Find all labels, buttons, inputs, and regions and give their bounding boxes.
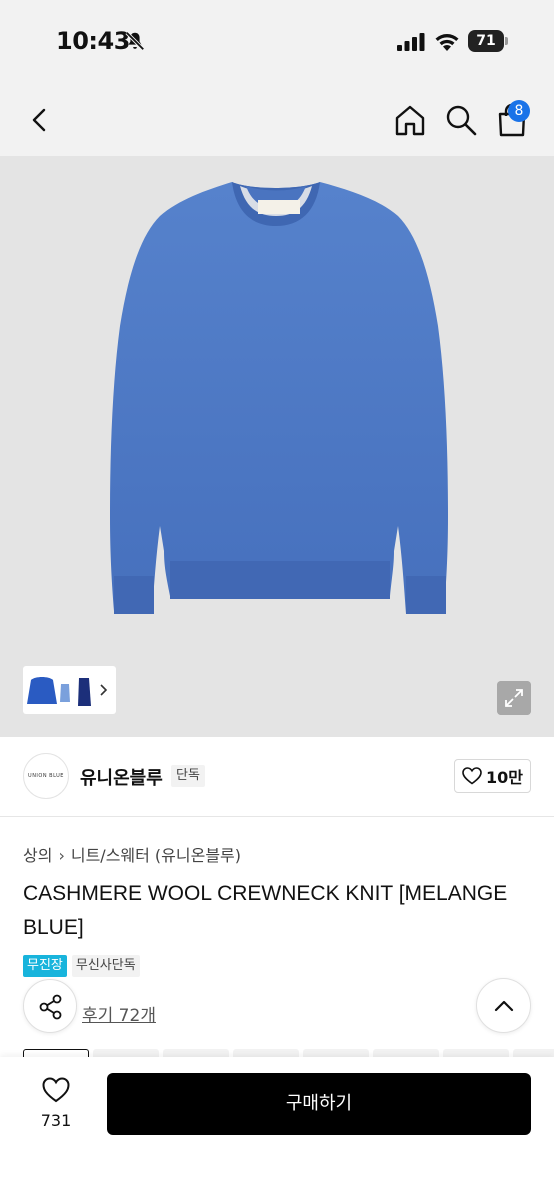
search-icon[interactable] <box>443 102 479 138</box>
tab[interactable] <box>93 1049 159 1057</box>
thumbnail-strip[interactable] <box>23 666 116 714</box>
tab-active[interactable] <box>23 1049 89 1057</box>
tab[interactable] <box>443 1049 509 1057</box>
breadcrumb-item[interactable]: 니트/스웨터 (유니온블루) <box>71 846 241 865</box>
cart-count-badge: 8 <box>508 100 530 122</box>
chevron-right-icon: › <box>58 846 65 865</box>
cellular-signal-icon <box>397 33 425 51</box>
tab[interactable] <box>163 1049 229 1057</box>
scroll-top-button[interactable] <box>476 978 531 1033</box>
tab[interactable] <box>303 1049 369 1057</box>
wifi-icon <box>435 34 459 51</box>
tab[interactable] <box>373 1049 439 1057</box>
sweater-image <box>110 182 448 614</box>
heart-icon <box>462 767 482 785</box>
share-button[interactable] <box>23 979 77 1033</box>
breadcrumb-item[interactable]: 상의 <box>23 846 52 865</box>
heart-icon <box>42 1077 70 1103</box>
brand-like-count: 10만 <box>486 768 523 787</box>
bottom-bar: 731 구매하기 <box>0 1057 554 1200</box>
home-icon[interactable] <box>392 102 428 138</box>
brand-name[interactable]: 유니온블루 <box>80 764 163 790</box>
section-tabs[interactable] <box>23 1049 554 1057</box>
share-icon <box>39 994 62 1020</box>
buy-button[interactable]: 구매하기 <box>107 1073 531 1135</box>
product-tags: 무진장 무신사단독 <box>23 955 140 977</box>
wishlist-button[interactable]: 731 <box>24 1075 88 1139</box>
product-image[interactable] <box>0 156 554 737</box>
status-time: 10:43 <box>56 27 130 55</box>
nav-bar <box>0 84 554 156</box>
chevron-up-icon <box>494 1000 514 1012</box>
breadcrumb: 상의 › 니트/스웨터 (유니온블루) <box>23 842 241 866</box>
status-bar: 10:43 71 <box>0 0 554 84</box>
bell-off-icon <box>125 31 145 51</box>
tag-mujinjang: 무진장 <box>23 955 67 977</box>
brand-like-button[interactable]: 10만 <box>454 759 531 793</box>
expand-icon[interactable] <box>497 681 531 715</box>
battery-level: 71 <box>468 30 504 52</box>
brand-row: UNION BLUE 유니온블루 단독 10만 <box>0 737 554 817</box>
brand-logo[interactable]: UNION BLUE <box>23 753 69 799</box>
review-link[interactable]: 후기 72개 <box>82 1001 156 1026</box>
tag-musinsa-exclusive: 무신사단독 <box>71 955 140 977</box>
battery-tip <box>505 37 508 45</box>
brand-exclusive-tag: 단독 <box>171 765 205 787</box>
tab[interactable] <box>233 1049 299 1057</box>
tab[interactable] <box>513 1049 554 1057</box>
wishlist-count: 731 <box>40 1111 72 1130</box>
thumbnail-images <box>27 677 108 706</box>
battery-indicator: 71 <box>468 30 508 52</box>
product-title: CASHMERE WOOL CREWNECK KNIT [MELANGE BLU… <box>23 882 508 939</box>
back-icon[interactable] <box>24 104 56 136</box>
